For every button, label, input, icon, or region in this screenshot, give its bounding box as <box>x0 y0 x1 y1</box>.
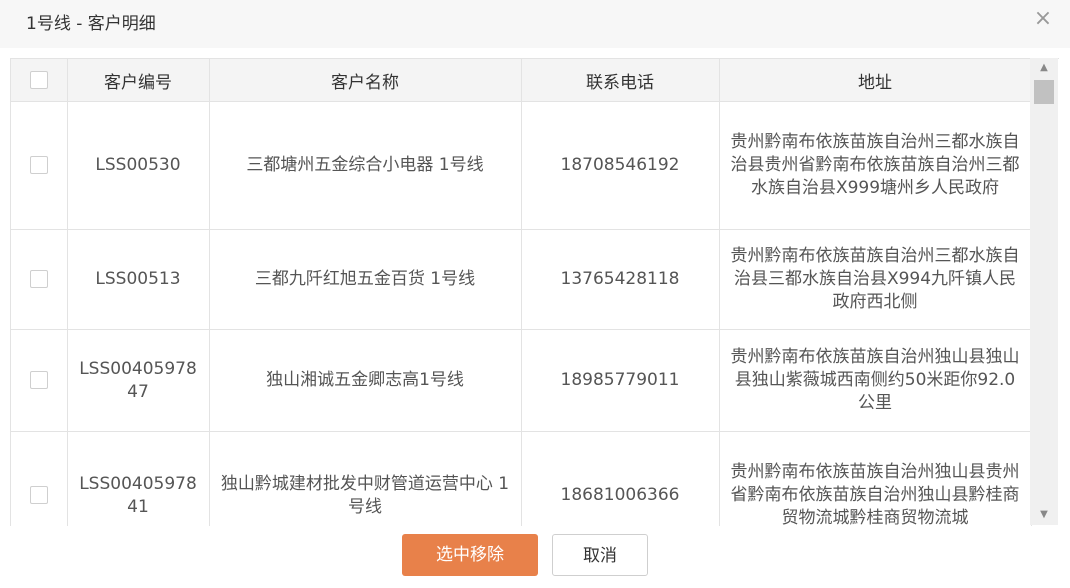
customer-name: 三都九阡红旭五金百货 1号线 <box>209 229 522 330</box>
customer-code: LSS00530 <box>67 101 210 230</box>
header-address: 地址 <box>719 59 1032 102</box>
dialog-titlebar: 1号线 - 客户明细 × <box>0 0 1070 48</box>
customer-table: 客户编号 客户名称 联系电话 地址 LSS00530 三都塘州五金综合小电器 1… <box>11 59 1032 526</box>
customer-phone: 18708546192 <box>521 101 720 230</box>
customer-phone: 18681006366 <box>521 431 720 526</box>
table-row[interactable]: LSS0040597841 独山黔城建材批发中财管道运营中心 1号线 18681… <box>11 431 1032 526</box>
customer-name: 独山黔城建材批发中财管道运营中心 1号线 <box>209 431 522 526</box>
table-row[interactable]: LSS0040597847 独山湘诚五金卿志高1号线 18985779011 贵… <box>11 329 1032 432</box>
customer-address: 贵州黔南布依族苗族自治州三都水族自治县三都水族自治县X994九阡镇人民政府西北侧 <box>719 229 1032 330</box>
header-customer-code: 客户编号 <box>67 59 210 102</box>
table-header-row: 客户编号 客户名称 联系电话 地址 <box>11 59 1032 102</box>
row-select-cell[interactable] <box>11 101 68 230</box>
customer-phone: 18985779011 <box>521 329 720 432</box>
table-row[interactable]: LSS00513 三都九阡红旭五金百货 1号线 13765428118 贵州黔南… <box>11 229 1032 330</box>
scroll-down-arrow-icon[interactable]: ▼ <box>1030 505 1058 525</box>
customer-code: LSS0040597841 <box>67 431 210 526</box>
scroll-up-arrow-icon[interactable]: ▲ <box>1030 58 1058 78</box>
customer-code: LSS0040597847 <box>67 329 210 432</box>
customer-address: 贵州黔南布依族苗族自治州独山县贵州省黔南布依族苗族自治州独山县黔桂商贸物流城黔桂… <box>719 431 1032 526</box>
cancel-button[interactable]: 取消 <box>552 534 648 576</box>
row-select-cell[interactable] <box>11 229 68 330</box>
customer-name: 三都塘州五金综合小电器 1号线 <box>209 101 522 230</box>
customer-name: 独山湘诚五金卿志高1号线 <box>209 329 522 432</box>
table-scrollbar[interactable]: ▲ ▼ <box>1030 58 1058 525</box>
customer-code: LSS00513 <box>67 229 210 330</box>
row-select-cell[interactable] <box>11 431 68 526</box>
header-phone: 联系电话 <box>521 59 720 102</box>
customer-address: 贵州黔南布依族苗族自治州三都水族自治县贵州省黔南布依族苗族自治州三都水族自治县X… <box>719 101 1032 230</box>
customer-address: 贵州黔南布依族苗族自治州独山县独山县独山紫薇城西南侧约50米距你92.0公里 <box>719 329 1032 432</box>
row-select-cell[interactable] <box>11 329 68 432</box>
table-row[interactable]: LSS00530 三都塘州五金综合小电器 1号线 18708546192 贵州黔… <box>11 101 1032 230</box>
select-all-checkbox[interactable] <box>29 71 48 89</box>
dialog-title: 1号线 - 客户明细 <box>26 14 156 34</box>
row-checkbox[interactable] <box>29 371 48 389</box>
row-checkbox[interactable] <box>29 486 48 504</box>
remove-selected-button[interactable]: 选中移除 <box>402 534 538 576</box>
close-icon[interactable]: × <box>1030 6 1056 32</box>
customer-table-container: 客户编号 客户名称 联系电话 地址 LSS00530 三都塘州五金综合小电器 1… <box>10 58 1059 526</box>
select-all-cell[interactable] <box>11 59 68 102</box>
customer-phone: 13765428118 <box>521 229 720 330</box>
row-checkbox[interactable] <box>29 270 48 288</box>
header-customer-name: 客户名称 <box>209 59 522 102</box>
scrollbar-thumb[interactable] <box>1034 80 1054 104</box>
row-checkbox[interactable] <box>29 156 48 174</box>
